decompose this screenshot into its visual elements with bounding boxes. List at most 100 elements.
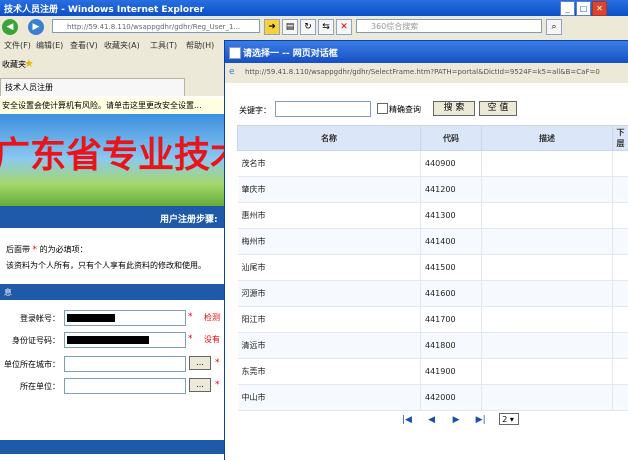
minimize-button[interactable]: _ <box>560 1 575 16</box>
cell-name: 惠州市 <box>238 203 421 229</box>
table-row[interactable]: 茂名市440900 <box>238 151 628 177</box>
cell-sublevel <box>613 281 628 307</box>
search-icon[interactable]: ⌕ <box>546 19 562 35</box>
cell-description <box>482 359 613 385</box>
go-icon[interactable]: ➜ <box>264 19 280 35</box>
table-row[interactable]: 清远市441800 <box>238 333 628 359</box>
cell-name: 茂名市 <box>238 151 421 177</box>
menu-view[interactable]: 查看(V) <box>70 40 98 51</box>
table-row[interactable]: 东莞市441900 <box>238 359 628 385</box>
previous-page-icon[interactable]: ◀ <box>426 415 438 425</box>
menu-file[interactable]: 文件(F) <box>4 40 31 51</box>
dialog-address-bar: e http://59.41.8.110/wsappgdhr/gdhr/Sele… <box>225 63 628 84</box>
first-page-icon[interactable]: |◀ <box>401 415 413 425</box>
refresh-icon[interactable]: ↻ <box>300 19 316 35</box>
next-page-icon[interactable]: ▶ <box>450 415 462 425</box>
table-row[interactable]: 肇庆市441200 <box>238 177 628 203</box>
menu-edit[interactable]: 编辑(E) <box>36 40 63 51</box>
keyword-label: 关键字： <box>239 105 271 116</box>
cell-description <box>482 255 613 281</box>
col-name[interactable]: 名称 <box>238 126 421 151</box>
id-number-field[interactable] <box>64 332 186 348</box>
cell-code: 441400 <box>421 229 482 255</box>
cell-sublevel <box>613 385 628 411</box>
cell-code: 441800 <box>421 333 482 359</box>
cell-description <box>482 229 613 255</box>
unit-label: 所在单位： <box>0 381 60 392</box>
privacy-note: 该资料为个人所有，只有个人享有此资料的修改和使用。 <box>6 258 232 274</box>
security-info-bar[interactable]: 安全设置会使计算机有风险。请单击这里更改安全设置... <box>0 98 234 115</box>
cell-sublevel <box>613 229 628 255</box>
col-description[interactable]: 描述 <box>482 126 613 151</box>
col-code[interactable]: 代码 <box>421 126 482 151</box>
main-toolbar: ◀ ▶ http://59.41.8.110/wsappgdhr/gdhr/Re… <box>0 16 628 39</box>
cell-name: 河源市 <box>238 281 421 307</box>
id-number-label: 身份证号码： <box>0 335 60 346</box>
cell-sublevel <box>613 203 628 229</box>
login-hint: 检测 <box>204 312 220 323</box>
compat-view-icon[interactable]: ▤ <box>282 19 298 35</box>
cell-description <box>482 307 613 333</box>
ie-icon: e <box>229 67 235 77</box>
menu-tools[interactable]: 工具(T) <box>150 40 177 51</box>
address-bar[interactable]: http://59.41.8.110/wsappgdhr/gdhr/Reg_Us… <box>52 19 260 33</box>
cell-code: 441600 <box>421 281 482 307</box>
back-arrow-icon[interactable]: ◀ <box>2 19 18 35</box>
cell-code: 441300 <box>421 203 482 229</box>
sync-icon[interactable]: ⇆ <box>318 19 334 35</box>
cell-name: 阳江市 <box>238 307 421 333</box>
exact-search-checkbox[interactable] <box>377 103 388 114</box>
table-row[interactable]: 中山市442000 <box>238 385 628 411</box>
last-page-icon[interactable]: ▶| <box>475 415 487 425</box>
dialog-url: http://59.41.8.110/wsappgdhr/gdhr/Select… <box>245 68 600 76</box>
table-row[interactable]: 河源市441600 <box>238 281 628 307</box>
login-label: 登录帐号： <box>0 313 60 324</box>
tab-registration[interactable]: 技术人员注册 <box>0 78 185 96</box>
form-notes: 后面带 * 的为必填项： 该资料为个人所有，只有个人享有此资料的修改和使用。 <box>6 242 232 274</box>
table-row[interactable]: 惠州市441300 <box>238 203 628 229</box>
table-row[interactable]: 阳江市441700 <box>238 307 628 333</box>
unit-field[interactable] <box>64 378 186 394</box>
dialog-titlebar: 请选择一 -- 网页对话框 <box>225 41 628 63</box>
maximize-button[interactable]: □ <box>576 1 591 16</box>
menu-favorites[interactable]: 收藏夹(A) <box>104 40 140 51</box>
clear-button[interactable]: 空 值 <box>479 101 517 116</box>
menu-help[interactable]: 帮助(H) <box>186 40 214 51</box>
cell-code: 441500 <box>421 255 482 281</box>
login-field[interactable] <box>64 310 186 326</box>
table-row[interactable]: 汕尾市441500 <box>238 255 628 281</box>
required-star: * <box>33 245 38 255</box>
cell-sublevel <box>613 177 628 203</box>
search-input[interactable]: 360综合搜索 <box>356 19 542 33</box>
city-table: 名称 代码 描述 下层 茂名市440900肇庆市441200惠州市441300梅… <box>237 125 628 411</box>
star-icon[interactable]: ★ <box>24 57 34 70</box>
table-row[interactable]: 梅州市441400 <box>238 229 628 255</box>
forward-arrow-icon[interactable]: ▶ <box>28 19 44 35</box>
cell-name: 清远市 <box>238 333 421 359</box>
main-window-title: 技术人员注册 - Windows Internet Explorer <box>4 2 204 15</box>
cell-name: 汕尾市 <box>238 255 421 281</box>
page-select[interactable]: 2 ▾ <box>499 413 519 425</box>
unit-city-select-button[interactable]: ... <box>189 356 211 370</box>
step-text: 用户注册步骤: <box>160 212 218 225</box>
unit-city-field[interactable] <box>64 356 186 372</box>
close-button[interactable]: ✕ <box>592 1 607 16</box>
search-button[interactable]: 搜 索 <box>433 101 475 116</box>
favorites-label[interactable]: 收藏夹 <box>2 59 26 70</box>
required-note: 后面带 * 的为必填项： <box>6 242 232 258</box>
banner-title: 广东省专业技术人员 <box>0 126 232 178</box>
dialog-body: 关键字： 精确查询 搜 索 空 值 名称 代码 描述 下层 茂名市440900肇… <box>225 83 628 461</box>
cell-sublevel <box>613 151 628 177</box>
cell-name: 肇庆市 <box>238 177 421 203</box>
cell-name: 东莞市 <box>238 359 421 385</box>
step-bar: 用户注册步骤: <box>0 206 232 228</box>
unit-select-button[interactable]: ... <box>189 378 211 392</box>
main-window-titlebar: 技术人员注册 - Windows Internet Explorer _ □ ✕ <box>0 0 628 16</box>
cell-sublevel <box>613 333 628 359</box>
section-header: 息 <box>0 284 232 300</box>
unit-city-label: 单位所在城市： <box>0 359 60 370</box>
keyword-input[interactable] <box>275 101 371 117</box>
stop-icon[interactable]: ✕ <box>336 19 352 35</box>
select-dialog: 请选择一 -- 网页对话框 e http://59.41.8.110/wsapp… <box>224 40 628 460</box>
col-sublevel[interactable]: 下层 <box>613 126 628 151</box>
